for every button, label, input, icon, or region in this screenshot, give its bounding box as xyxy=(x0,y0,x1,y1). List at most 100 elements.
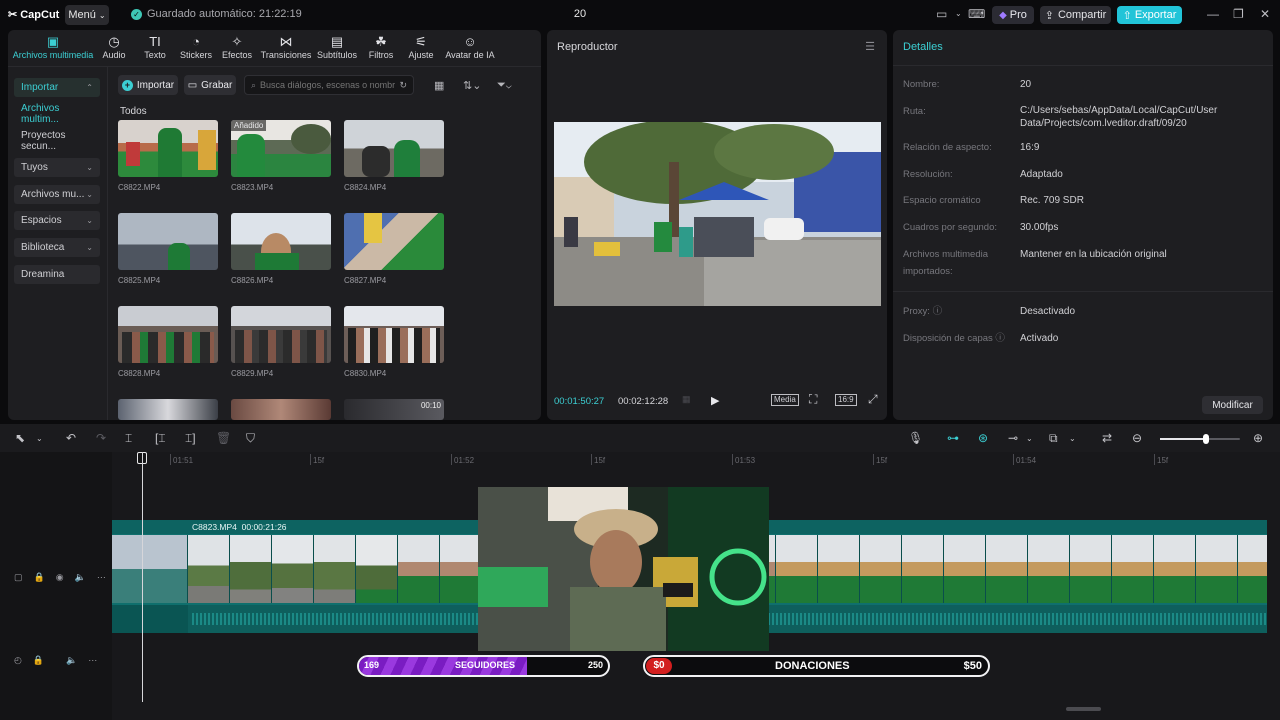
close-icon[interactable]: ✕ xyxy=(1260,7,1270,21)
sidebar-item-yours[interactable]: Tuyos ⌄ xyxy=(14,158,100,178)
select-tool-icon[interactable]: ⬉ xyxy=(15,431,25,445)
layout-icon[interactable]: ▭ xyxy=(936,7,947,21)
media-toggle[interactable]: Media xyxy=(771,394,799,406)
more-icon[interactable]: ⋯ xyxy=(88,655,97,666)
zoom-handle[interactable] xyxy=(1203,434,1209,444)
clip-thumbnail xyxy=(118,213,218,270)
detail-label: Archivos multimedia importados: xyxy=(903,249,988,277)
tab-audio[interactable]: ◷ Audio xyxy=(98,34,130,60)
aspect-ratio-button[interactable]: 16:9 xyxy=(835,394,857,406)
pro-button[interactable]: ◆ Pro xyxy=(992,6,1034,24)
tab-filters[interactable]: ☘ Filtros xyxy=(364,34,398,60)
grid-view-icon[interactable]: ▦ xyxy=(434,79,444,92)
filter-icon[interactable]: ⏷⌄ xyxy=(497,79,512,92)
sidebar-item-import[interactable]: Importar ⌃ xyxy=(14,78,100,97)
fullscreen-icon[interactable]: ⤢ xyxy=(868,392,878,407)
zoom-out-icon[interactable]: ⊖ xyxy=(1132,431,1142,445)
lock-icon[interactable]: 🔒 xyxy=(34,572,45,583)
media-clip[interactable] xyxy=(118,399,218,420)
sidebar-item-library[interactable]: Biblioteca ⌄ xyxy=(14,238,100,258)
media-clip[interactable]: C8829.MP4 xyxy=(231,306,331,378)
tab-ai-avatar[interactable]: ☺ Avatar de IA xyxy=(442,34,498,60)
zoom-slider[interactable] xyxy=(1160,434,1240,444)
sidebar-item-media-library[interactable]: Archivos mu... ⌄ xyxy=(14,184,100,204)
clip-thumbnail xyxy=(344,306,444,363)
media-clip[interactable]: Añadido C8823.MP4 xyxy=(231,120,331,192)
split-right-icon[interactable]: ⌶] xyxy=(185,431,196,446)
tab-effects[interactable]: ✧ Efectos xyxy=(220,34,254,60)
split-left-icon[interactable]: [⌶ xyxy=(155,431,166,446)
project-title: 20 xyxy=(573,8,587,20)
delete-icon[interactable]: 🗑 xyxy=(216,431,231,445)
media-clip[interactable]: C8824.MP4 xyxy=(344,120,444,192)
media-clip[interactable]: C8822.MP4 xyxy=(118,120,218,192)
waveform-icon: ▦ xyxy=(682,394,691,404)
media-search: ⌕↻ xyxy=(244,75,414,95)
refresh-icon[interactable]: ↻ xyxy=(399,80,407,91)
sidebar-item-sub-projects[interactable]: Proyectos secun... xyxy=(14,130,100,152)
sidebar-item-media-files[interactable]: Archivos multim... xyxy=(14,103,100,125)
info-icon[interactable]: ⓘ xyxy=(933,306,943,317)
share-button[interactable]: ⇪ Compartir xyxy=(1040,6,1111,24)
playhead[interactable] xyxy=(142,452,143,702)
tab-transitions[interactable]: ⋈ Transiciones xyxy=(259,34,313,60)
link-icon[interactable]: ⊸ xyxy=(1008,431,1018,445)
menu-icon[interactable]: ☰ xyxy=(865,40,875,53)
maximize-icon[interactable]: ❐ xyxy=(1233,7,1244,21)
media-clip[interactable]: C8825.MP4 xyxy=(118,213,218,285)
preview-axis-icon[interactable]: ⧉ xyxy=(1049,431,1058,446)
record-icon: ▭ xyxy=(187,79,198,91)
lock-icon[interactable]: 🔒 xyxy=(33,655,44,666)
export-button[interactable]: ⇧ Exportar xyxy=(1117,6,1182,24)
keyboard-icon[interactable]: ⌨ xyxy=(968,7,985,21)
speaker-icon[interactable]: 🔈 xyxy=(66,655,77,666)
shield-icon[interactable]: ⛉ xyxy=(246,431,255,446)
sidebar-item-spaces[interactable]: Espacios ⌄ xyxy=(14,211,100,231)
followers-label: SEGUIDORES xyxy=(455,660,516,670)
chevron-down-icon[interactable]: ⌄ xyxy=(1069,434,1076,443)
text-icon: TI xyxy=(149,34,161,49)
modify-button[interactable]: Modificar xyxy=(1202,396,1263,414)
menu-button[interactable]: Menú ⌄ xyxy=(65,5,109,25)
tab-media[interactable]: ▣ Archivos multimedia xyxy=(11,34,95,60)
detail-value: 30.00fps xyxy=(1020,222,1059,233)
auto-snap-icon[interactable]: ⊛ xyxy=(978,431,988,445)
chevron-down-icon[interactable]: ⌄ xyxy=(1026,434,1033,443)
tab-adjust[interactable]: ⚟ Ajuste xyxy=(405,34,437,60)
fit-timeline-icon[interactable]: ⇄ xyxy=(1102,431,1112,445)
media-clip[interactable]: C8830.MP4 xyxy=(344,306,444,378)
tab-subtitles[interactable]: ▤ Subtítulos xyxy=(315,34,359,60)
import-button[interactable]: + Importar xyxy=(118,75,178,95)
minimize-icon[interactable]: — xyxy=(1207,7,1219,21)
tab-stickers[interactable]: ◔ Stickers xyxy=(178,34,214,60)
search-input[interactable] xyxy=(260,80,396,90)
chevron-down-icon[interactable]: ⌄ xyxy=(36,434,43,443)
cover-icon[interactable]: ▢ xyxy=(14,572,23,583)
info-icon[interactable]: ⓘ xyxy=(995,333,1005,344)
record-button[interactable]: ▭ Grabar xyxy=(184,75,236,95)
video-preview[interactable] xyxy=(554,122,881,306)
sort-icon[interactable]: ⇅⌄ xyxy=(463,79,481,92)
media-clip[interactable]: C8826.MP4 xyxy=(231,213,331,285)
more-icon[interactable]: ⋯ xyxy=(97,572,106,583)
media-clip[interactable]: C8828.MP4 xyxy=(118,306,218,378)
current-timecode: 00:01:50:27 xyxy=(554,396,605,407)
undo-icon[interactable]: ↶ xyxy=(66,431,76,445)
redo-icon[interactable]: ↷ xyxy=(96,431,106,445)
split-icon[interactable]: ⌶ xyxy=(125,431,132,446)
media-clip[interactable]: C8827.MP4 xyxy=(344,213,444,285)
chevron-up-icon: ⌃ xyxy=(86,83,93,92)
zoom-in-icon[interactable]: ⊕ xyxy=(1253,431,1263,445)
media-clip[interactable]: 00:10 xyxy=(344,399,444,420)
eye-icon[interactable]: ◉ xyxy=(56,572,64,583)
media-clip[interactable] xyxy=(231,399,331,420)
fit-icon[interactable]: ⛶ xyxy=(809,392,817,407)
speaker-icon[interactable]: 🔈 xyxy=(75,572,86,583)
timeline-scrollbar[interactable] xyxy=(1066,707,1101,711)
tab-text[interactable]: TI Texto xyxy=(139,34,171,60)
microphone-icon[interactable]: 🎙 xyxy=(908,431,923,445)
magnet-link-icon[interactable]: ⊶ xyxy=(947,431,959,445)
play-icon[interactable]: ▶ xyxy=(711,394,719,407)
chevron-down-icon[interactable]: ⌄ xyxy=(955,9,962,18)
sidebar-item-dreamina[interactable]: Dreamina xyxy=(14,264,100,284)
